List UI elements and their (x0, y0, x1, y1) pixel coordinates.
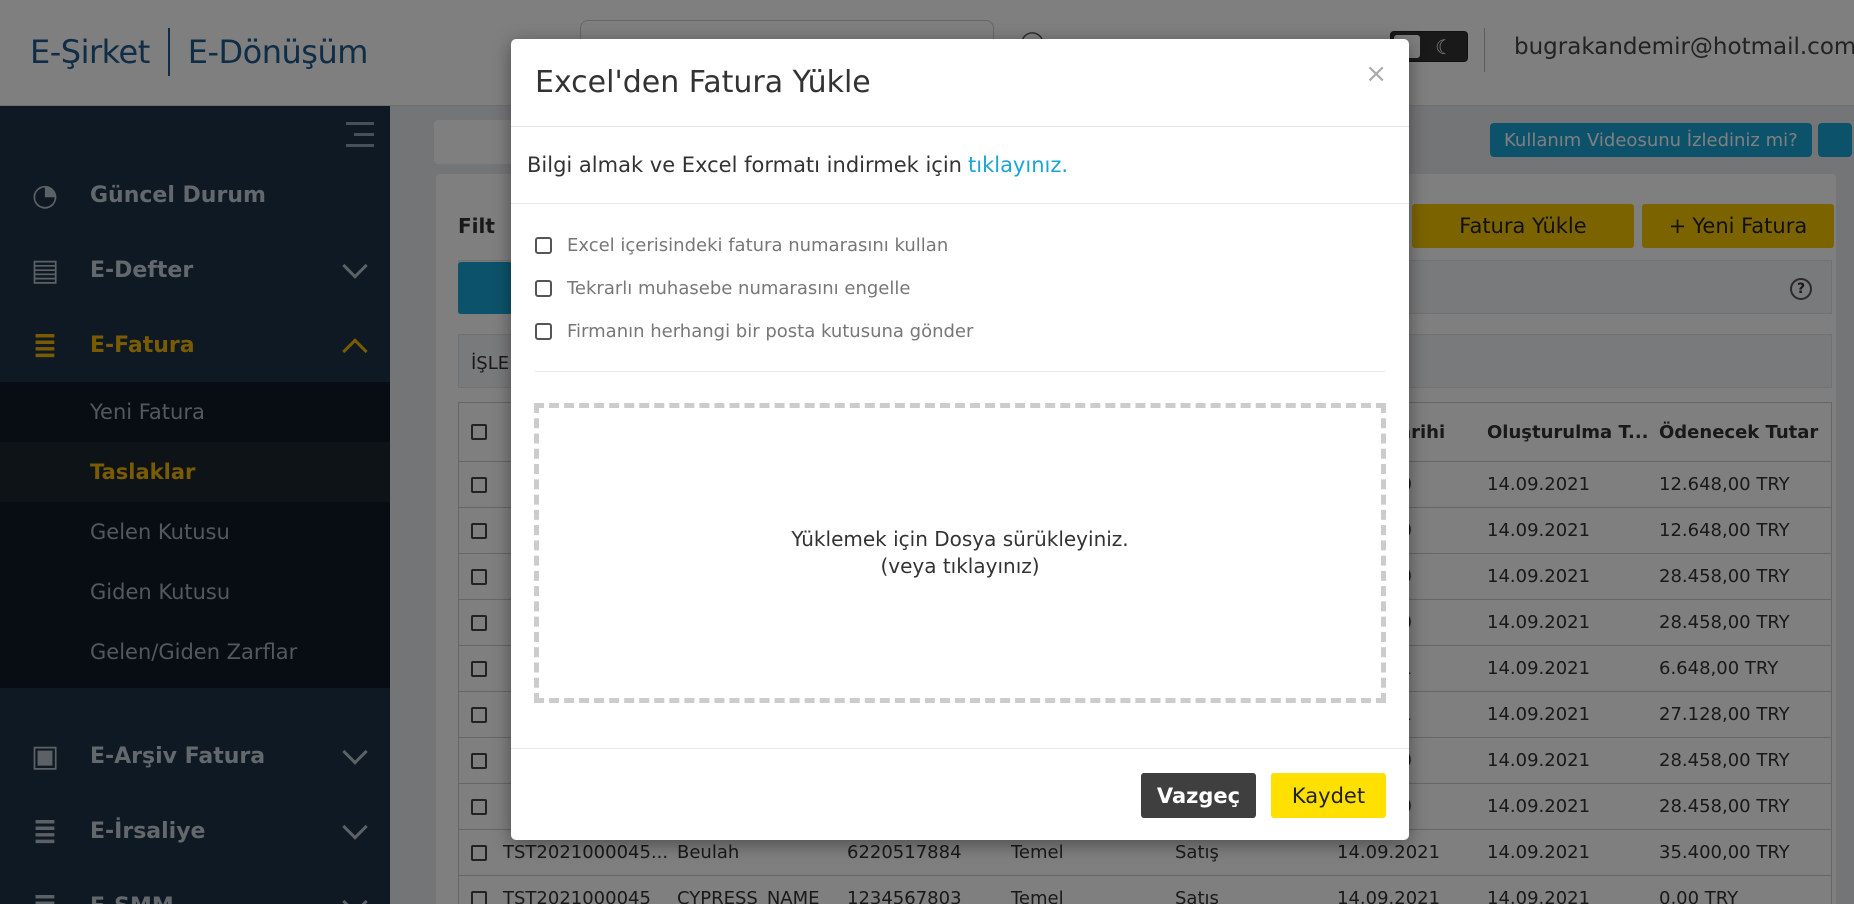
modal-title: Excel'den Fatura Yükle (535, 65, 871, 100)
option-block-duplicate[interactable]: Tekrarlı muhasebe numarasını engelle (535, 267, 1385, 310)
options-list: Excel içerisindeki fatura numarasını kul… (511, 204, 1409, 353)
info-link[interactable]: tıklayınız. (968, 153, 1068, 177)
excel-upload-modal: Excel'den Fatura Yükle × Bilgi almak ve … (511, 39, 1409, 840)
dropzone-text: Yüklemek için Dosya sürükleyiniz. (791, 527, 1129, 551)
options-divider (535, 371, 1385, 372)
close-icon[interactable]: × (1365, 59, 1387, 89)
checkbox[interactable] (535, 323, 552, 340)
save-button[interactable]: Kaydet (1271, 773, 1386, 818)
checkbox[interactable] (535, 237, 552, 254)
option-label: Excel içerisindeki fatura numarasını kul… (567, 235, 949, 256)
cancel-button[interactable]: Vazgeç (1141, 773, 1256, 818)
checkbox[interactable] (535, 280, 552, 297)
modal-header: Excel'den Fatura Yükle × (511, 39, 1409, 127)
info-row: Bilgi almak ve Excel formatı indirmek iç… (511, 127, 1409, 204)
file-dropzone[interactable]: Yüklemek için Dosya sürükleyiniz. (veya … (534, 403, 1386, 703)
option-use-invoice-number[interactable]: Excel içerisindeki fatura numarasını kul… (535, 224, 1385, 267)
modal-footer: Vazgeç Kaydet (511, 748, 1409, 840)
info-text: Bilgi almak ve Excel formatı indirmek iç… (527, 153, 962, 177)
option-label: Firmanın herhangi bir posta kutusuna gön… (567, 321, 974, 342)
dropzone-subtext: (veya tıklayınız) (880, 554, 1040, 578)
option-send-any-mailbox[interactable]: Firmanın herhangi bir posta kutusuna gön… (535, 310, 1385, 353)
option-label: Tekrarlı muhasebe numarasını engelle (567, 278, 911, 299)
